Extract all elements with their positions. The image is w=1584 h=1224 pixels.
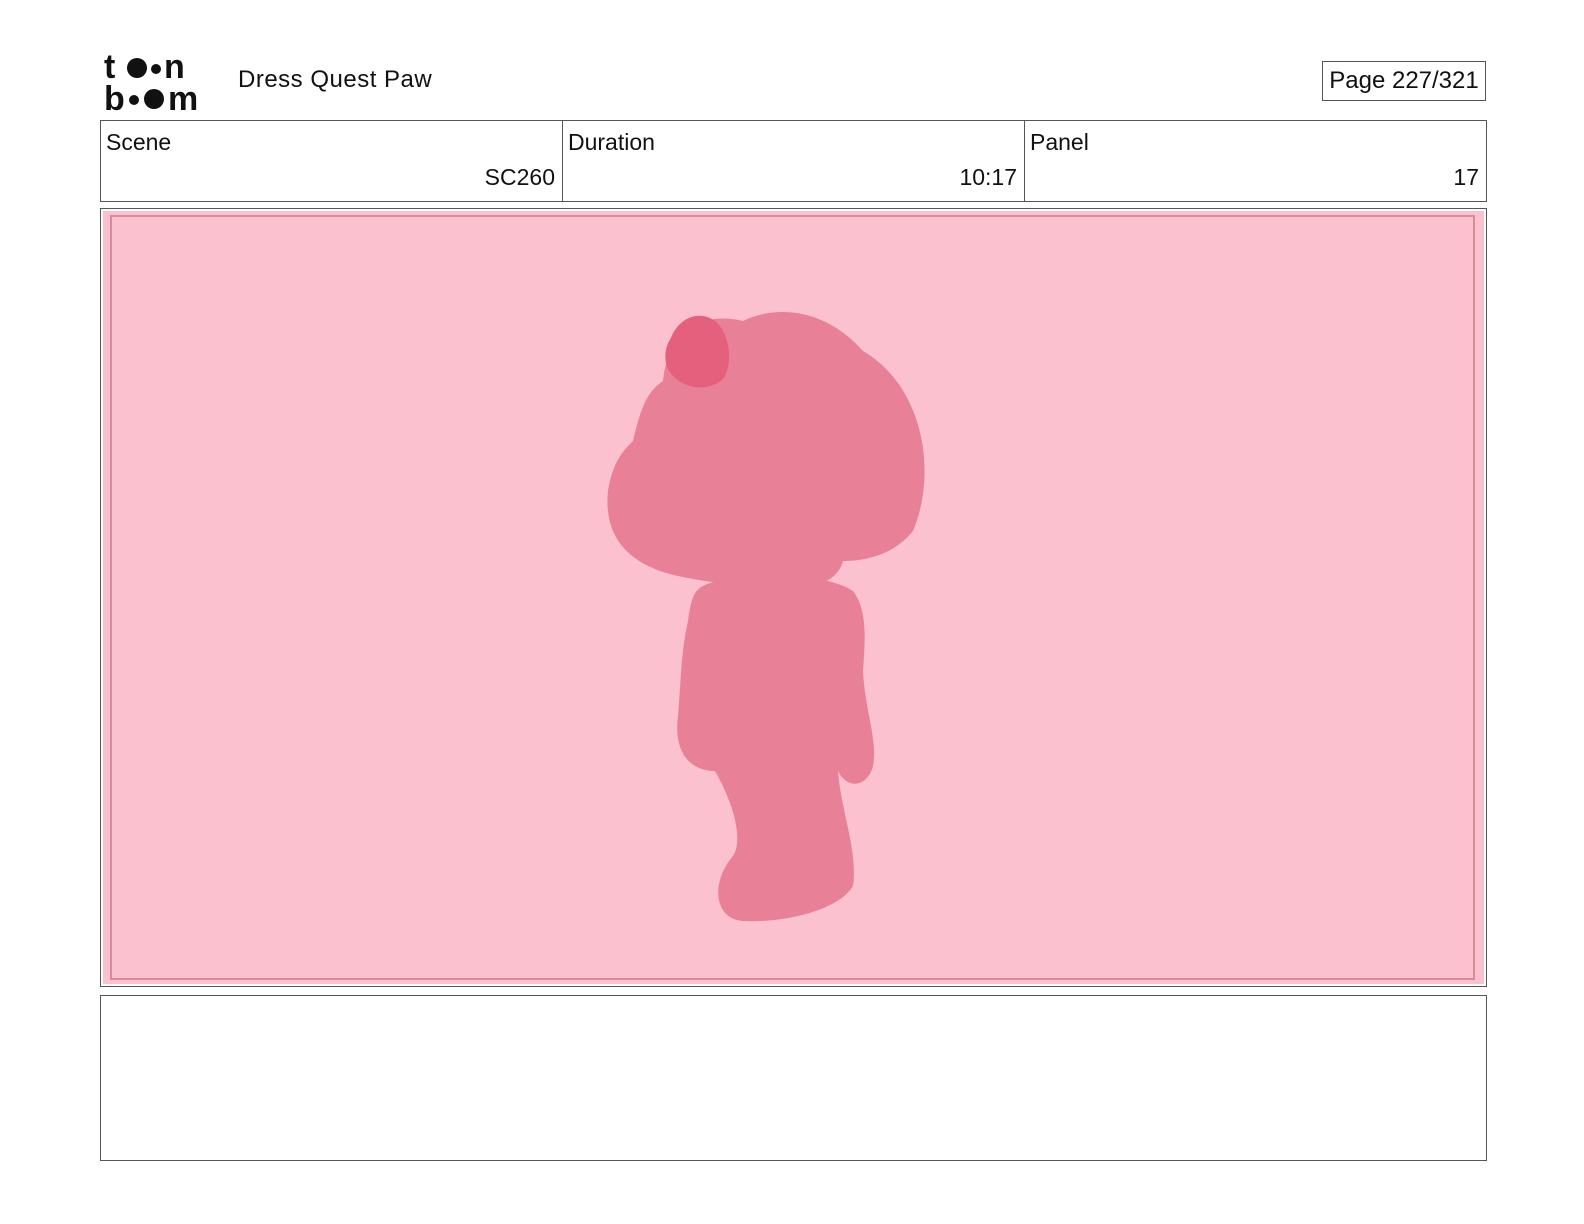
page-indicator: Page 227/321	[1322, 61, 1486, 101]
svg-text:b: b	[104, 80, 125, 112]
caption-box	[100, 995, 1487, 1161]
svg-text:m: m	[168, 80, 198, 112]
info-table: Scene SC260 Duration 10:17 Panel 17	[100, 120, 1487, 202]
duration-label: Duration	[568, 129, 655, 155]
scene-label: Scene	[106, 129, 172, 155]
duration-value: 10:17	[959, 164, 1017, 190]
duration-cell: Duration 10:17	[563, 121, 1025, 201]
panel-label: Panel	[1030, 129, 1089, 155]
toon-boom-logo: t n b m	[104, 50, 198, 112]
panel-value: 17	[1453, 164, 1479, 190]
panel-cell: Panel 17	[1025, 121, 1486, 201]
panel-drawing	[110, 215, 1475, 980]
storyboard-panel	[100, 208, 1487, 987]
scene-value: SC260	[484, 164, 555, 190]
project-title: Dress Quest Paw	[238, 66, 433, 93]
panel-image	[103, 211, 1484, 984]
scene-cell: Scene SC260	[101, 121, 563, 201]
